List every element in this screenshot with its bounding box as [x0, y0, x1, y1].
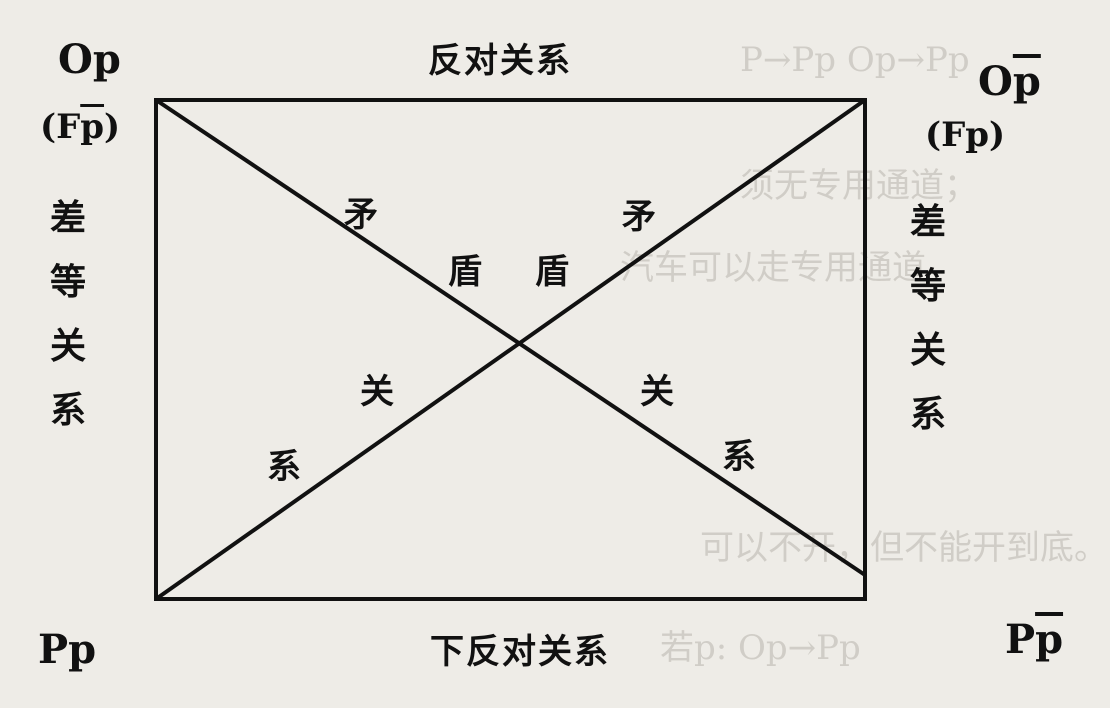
right-edge-char: 差 — [909, 201, 946, 243]
sub-suffix: ) — [104, 107, 121, 147]
corner-top-right-label: Op — [978, 62, 1041, 102]
corner-top-left-label: Op — [58, 36, 121, 83]
diagonal-bottom-left-to-top-right — [154, 98, 867, 601]
sub-prefix: (F — [40, 107, 81, 147]
diag-right-char-4: 系 — [722, 437, 756, 477]
logic-square-page: P→Pp Op→Pp 须无专用通道； 汽车可以走专用通道。 可以不开，但不能开到… — [0, 0, 1110, 708]
corner-top-right-sublabel: (Fp) — [925, 115, 1006, 155]
right-edge-label: 差 等 关 系 — [906, 190, 950, 446]
right-edge-char: 关 — [909, 329, 946, 371]
right-edge-char: 系 — [909, 393, 946, 435]
negated-p: p — [80, 107, 105, 147]
diag-right-char-2: 盾 — [535, 252, 569, 292]
diag-left-char-3: 关 — [360, 372, 394, 412]
corner-bottom-left-label: Pp — [38, 626, 97, 673]
right-edge-char: 等 — [909, 265, 946, 307]
top-edge-label: 反对关系 — [428, 41, 572, 81]
diag-right-char-3: 关 — [640, 372, 674, 412]
negated-p: p — [1012, 58, 1041, 105]
negated-p: p — [1035, 616, 1064, 663]
diag-left-char-1: 矛 — [344, 195, 378, 235]
main-prefix: P — [1005, 616, 1036, 663]
left-edge-label: 差 等 关 系 — [46, 186, 90, 442]
diag-right-char-1: 矛 — [622, 197, 656, 237]
diag-left-char-2: 盾 — [448, 252, 482, 292]
main-prefix: O — [978, 58, 1013, 105]
left-edge-char: 等 — [49, 261, 86, 303]
corner-bottom-right-label: Pp — [1005, 620, 1063, 660]
left-edge-char: 系 — [49, 389, 86, 431]
diagonal-top-left-to-bottom-right — [154, 98, 867, 577]
diag-left-char-4: 系 — [267, 447, 301, 487]
left-edge-char: 关 — [49, 325, 86, 367]
bottom-edge-label: 下反对关系 — [430, 632, 610, 672]
corner-top-left-sublabel: (Fp) — [40, 110, 120, 144]
left-edge-char: 差 — [49, 197, 86, 239]
